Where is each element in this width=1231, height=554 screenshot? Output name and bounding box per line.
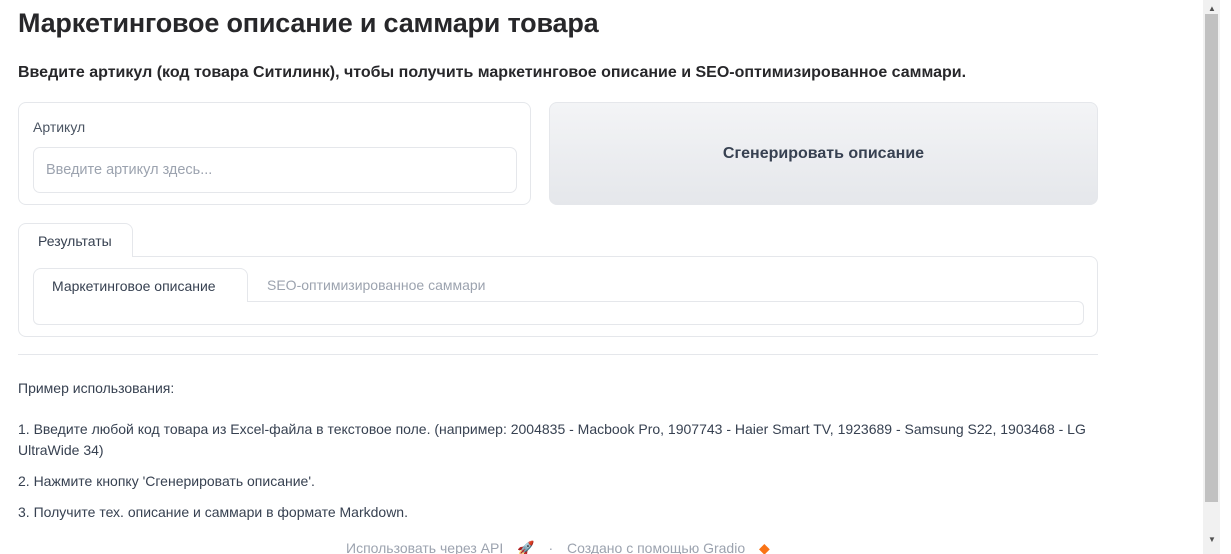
page-subtitle: Введите артикул (код товара Ситилинк), ч… <box>18 64 967 81</box>
built-with-gradio-link[interactable]: Создано с помощью Gradio <box>567 540 745 554</box>
tab-seo-summary[interactable]: SEO-оптимизированное саммари <box>267 277 486 293</box>
api-link[interactable]: Использовать через API <box>346 540 503 554</box>
usage-step: 2. Нажмите кнопку 'Сгенерировать описани… <box>18 473 315 489</box>
usage-step: 1. Введите любой код товара из Excel-фай… <box>18 421 1086 458</box>
gradio-logo-icon: ◆ <box>759 540 770 554</box>
scroll-up-arrow-icon[interactable]: ▲ <box>1208 4 1216 13</box>
rocket-icon: 🚀 <box>517 540 535 554</box>
page-title: Маркетинговое описание и саммари товара <box>18 8 599 38</box>
usage-heading: Пример использования: <box>18 380 175 396</box>
results-panel: Маркетинговое описание SEO-оптимизирован… <box>18 256 1098 337</box>
usage-instructions: Пример использования: 1. Введите любой к… <box>18 378 1098 533</box>
usage-step: 3. Получите тех. описание и саммари в фо… <box>18 504 408 520</box>
scroll-down-arrow-icon[interactable]: ▼ <box>1208 535 1216 544</box>
section-divider <box>18 354 1098 355</box>
footer: Использовать через API 🚀 · Создано с пом… <box>346 540 780 554</box>
footer-separator: · <box>548 540 554 554</box>
tab-results[interactable]: Результаты <box>18 223 133 257</box>
article-label: Артикул <box>33 119 86 135</box>
tab-marketing-description[interactable]: Маркетинговое описание <box>33 268 248 302</box>
generate-description-button[interactable]: Сгенерировать описание <box>549 102 1098 205</box>
scrollbar-thumb[interactable] <box>1205 14 1218 502</box>
marketing-description-output <box>33 301 1084 325</box>
article-input[interactable] <box>33 147 517 193</box>
article-input-block: Артикул <box>18 102 531 205</box>
